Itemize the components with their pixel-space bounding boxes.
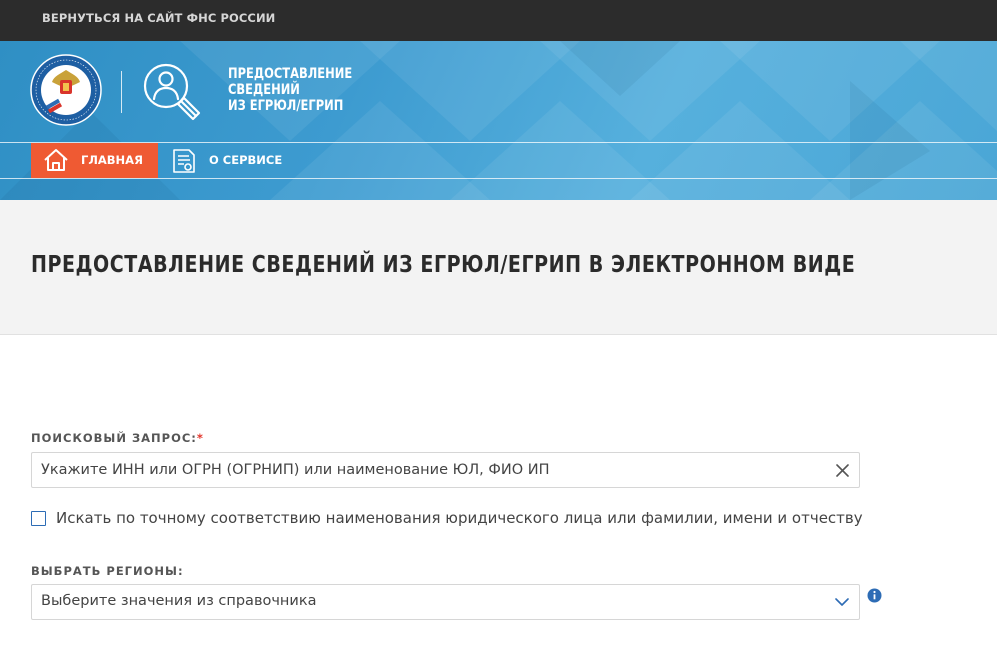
regions-select[interactable]: Выберите значения из справочника	[31, 584, 860, 620]
document-icon	[173, 149, 195, 173]
nav-divider	[0, 178, 997, 179]
nav-home-label: ГЛАВНАЯ	[81, 153, 143, 167]
nav-about[interactable]: О СЕРВИСЕ	[170, 143, 290, 178]
title-band: ПРЕДОСТАВЛЕНИЕ СВЕДЕНИЙ ИЗ ЕГРЮЛ/ЕГРИП В…	[0, 200, 997, 335]
header-divider	[121, 71, 122, 113]
search-label: ПОИСКОВЫЙ ЗАПРОС:*	[31, 431, 204, 445]
search-field	[31, 452, 860, 488]
page-title: ПРЕДОСТАВЛЕНИЕ СВЕДЕНИЙ ИЗ ЕГРЮЛ/ЕГРИП В…	[31, 252, 856, 278]
regions-label: ВЫБРАТЬ РЕГИОНЫ:	[31, 564, 184, 578]
chevron-down-icon[interactable]	[835, 597, 849, 607]
regions-placeholder: Выберите значения из справочника	[41, 593, 317, 609]
service-title-line: СВЕДЕНИЙ	[228, 82, 300, 98]
back-to-fns-link[interactable]: ВЕРНУТЬСЯ НА САЙТ ФНС РОССИИ	[42, 11, 275, 25]
service-title: ПРЕДОСТАВЛЕНИЕ СВЕДЕНИЙ ИЗ ЕГРЮЛ/ЕГРИП	[228, 66, 352, 114]
nav-about-label: О СЕРВИСЕ	[209, 153, 283, 167]
person-magnifier-icon	[143, 63, 201, 121]
exact-match-checkbox[interactable]	[31, 511, 46, 526]
nav-home[interactable]: ГЛАВНАЯ	[31, 143, 158, 178]
home-icon	[44, 149, 68, 171]
service-title-line: ПРЕДОСТАВЛЕНИЕ	[228, 66, 353, 82]
exact-match-label[interactable]: Искать по точному соответствию наименова…	[56, 509, 863, 527]
service-title-line: ИЗ ЕГРЮЛ/ЕГРИП	[228, 98, 344, 114]
fns-emblem-icon	[30, 54, 102, 126]
info-icon[interactable]	[867, 588, 882, 603]
required-mark: *	[196, 431, 204, 445]
search-input[interactable]	[32, 453, 821, 487]
header-banner: ПРЕДОСТАВЛЕНИЕ СВЕДЕНИЙ ИЗ ЕГРЮЛ/ЕГРИП Г…	[0, 41, 997, 200]
search-label-text: ПОИСКОВЫЙ ЗАПРОС:	[31, 431, 197, 445]
top-bar: ВЕРНУТЬСЯ НА САЙТ ФНС РОССИИ	[0, 0, 997, 41]
close-icon[interactable]	[836, 464, 849, 477]
